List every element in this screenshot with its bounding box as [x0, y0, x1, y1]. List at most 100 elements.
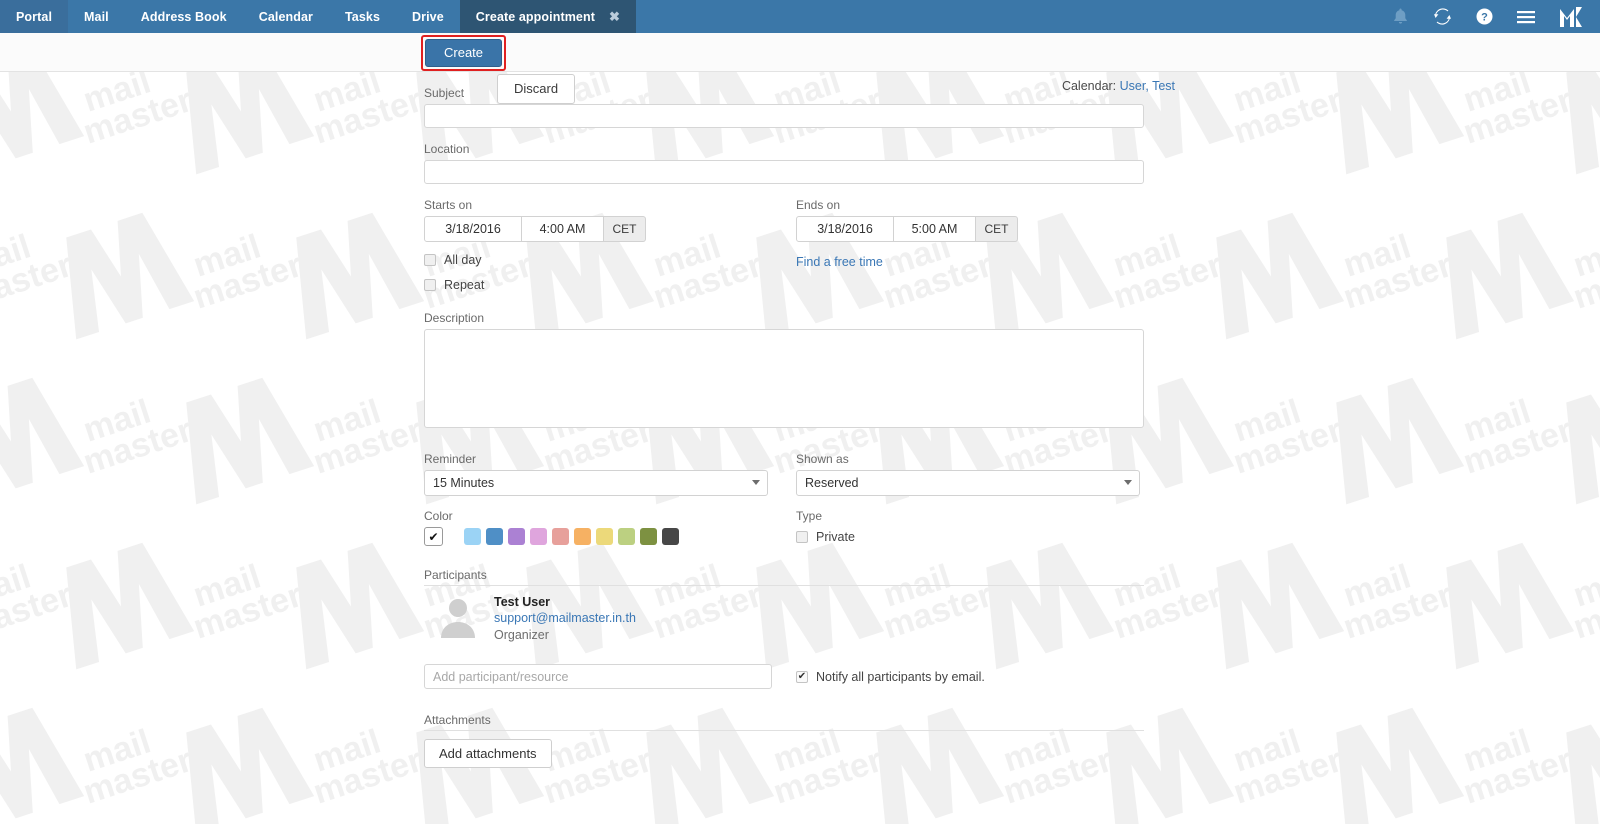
- participant-email[interactable]: support@mailmaster.in.th: [494, 610, 636, 627]
- attachments-divider: [424, 730, 1144, 731]
- all-day-row: All day: [424, 253, 796, 267]
- menu-icon[interactable]: [1516, 7, 1536, 27]
- color-swatch-blue[interactable]: [486, 528, 503, 545]
- color-swatch-dark-gray[interactable]: [662, 528, 679, 545]
- tab-tasks[interactable]: Tasks: [329, 0, 396, 33]
- description-textarea[interactable]: [424, 329, 1144, 428]
- color-swatch-purple[interactable]: [508, 528, 525, 545]
- svg-text:mail: mail: [1569, 227, 1600, 284]
- tab-drive[interactable]: Drive: [396, 0, 460, 33]
- tab-address-book[interactable]: Address Book: [125, 0, 243, 33]
- start-time-input[interactable]: [522, 216, 604, 242]
- subject-input[interactable]: [424, 104, 1144, 128]
- tab-label: Portal: [16, 9, 53, 24]
- all-day-checkbox[interactable]: [424, 254, 436, 266]
- svg-text:mail: mail: [0, 557, 35, 614]
- svg-text:master: master: [1229, 81, 1347, 152]
- end-timezone-button[interactable]: CET: [976, 216, 1018, 242]
- end-time-input[interactable]: [894, 216, 976, 242]
- svg-text:master: master: [1229, 411, 1347, 482]
- app-root: mailmastermailmastermailmastermailmaster…: [0, 0, 1600, 824]
- svg-text:master: master: [1339, 576, 1457, 647]
- location-input[interactable]: [424, 160, 1144, 184]
- tab-mail[interactable]: Mail: [68, 0, 125, 33]
- create-button-highlight: Create: [421, 35, 507, 71]
- color-group: Color ✔: [424, 509, 796, 546]
- discard-button[interactable]: Discard: [497, 74, 576, 104]
- svg-text:master: master: [79, 411, 197, 482]
- end-date-input[interactable]: [796, 216, 894, 242]
- tab-portal[interactable]: Portal: [0, 0, 69, 33]
- start-date-input[interactable]: [424, 216, 522, 242]
- app-tabs: Portal Mail Address Book Calendar Tasks Drive…: [0, 0, 636, 33]
- starts-on-controls: CET: [424, 216, 796, 242]
- all-day-label: All day: [444, 253, 482, 267]
- svg-text:mail: mail: [1569, 557, 1600, 614]
- attachments-heading: Attachments: [424, 713, 491, 727]
- watermark-mark: mailmaster: [0, 535, 90, 685]
- svg-text:master: master: [189, 576, 307, 647]
- svg-text:mail: mail: [79, 392, 155, 449]
- svg-text:mail: mail: [1229, 392, 1305, 449]
- svg-text:mail: mail: [0, 227, 35, 284]
- shown-as-group: Shown as ReservedTemporaryAbsentFree: [796, 452, 1144, 496]
- start-timezone-button[interactable]: CET: [604, 216, 646, 242]
- watermark-mark: mailmaster: [170, 370, 440, 520]
- watermark-mark: mailmaster: [0, 370, 210, 520]
- repeat-label: Repeat: [444, 278, 485, 292]
- color-label: Color: [424, 509, 453, 523]
- svg-text:master: master: [0, 576, 77, 647]
- reminder-shownas-row: Reminder No reminder15 Minutes30 Minutes…: [424, 452, 1144, 496]
- participants-section: Participants Test User support@mailmaste…: [424, 568, 1144, 689]
- notifications-bell-icon[interactable]: [1390, 7, 1410, 27]
- color-swatch-rose[interactable]: [552, 528, 569, 545]
- svg-text:mail: mail: [1459, 392, 1535, 449]
- color-swatch-orange[interactable]: [574, 528, 591, 545]
- tab-calendar[interactable]: Calendar: [243, 0, 329, 33]
- watermark-mark: mailmaster: [1550, 700, 1600, 824]
- color-type-row: Color ✔ Type Private: [424, 509, 1144, 546]
- reminder-select[interactable]: No reminder15 Minutes30 Minutes45 Minute…: [424, 470, 768, 496]
- help-icon[interactable]: ?: [1474, 7, 1494, 27]
- type-label: Type: [796, 509, 823, 523]
- watermark-mark: mailmaster: [1430, 205, 1600, 355]
- svg-text:master: master: [309, 81, 427, 152]
- svg-text:mail: mail: [189, 557, 265, 614]
- tab-create-appointment[interactable]: Create appointment ✖: [459, 0, 636, 33]
- private-row: Private: [796, 530, 1144, 544]
- color-swatch-light-green[interactable]: [618, 528, 635, 545]
- watermark-mark: mailmaster: [1320, 370, 1590, 520]
- notify-row: Notify all participants by email.: [796, 670, 1144, 684]
- mailmaster-logo[interactable]: [1558, 5, 1584, 29]
- create-button[interactable]: Create: [425, 39, 503, 67]
- svg-text:master: master: [79, 741, 197, 812]
- repeat-checkbox[interactable]: [424, 279, 436, 291]
- watermark-mark: mailmaster: [50, 205, 320, 355]
- color-swatch-olive[interactable]: [640, 528, 657, 545]
- ends-on-group: Ends on CET Find a free time: [796, 198, 1144, 292]
- watermark-mark: mailmaster: [1430, 535, 1600, 685]
- refresh-icon[interactable]: [1432, 7, 1452, 27]
- color-selected-checkbox[interactable]: ✔: [424, 527, 443, 546]
- add-participant-input[interactable]: [424, 664, 772, 689]
- watermark-mark: mailmaster: [0, 205, 90, 355]
- shown-as-select[interactable]: ReservedTemporaryAbsentFree: [796, 470, 1140, 496]
- starts-on-group: Starts on CET All day Repeat: [424, 198, 796, 292]
- watermark-mark: mailmaster: [170, 700, 440, 824]
- notify-participants-checkbox[interactable]: [796, 670, 808, 683]
- color-swatch-light-blue[interactable]: [464, 528, 481, 545]
- color-swatch-violet[interactable]: [530, 528, 547, 545]
- calendar-owner-link[interactable]: User, Test: [1120, 79, 1175, 93]
- participant-list-item: Test User support@mailmaster.in.th Organ…: [424, 594, 1144, 644]
- tab-close-icon[interactable]: ✖: [609, 9, 620, 25]
- private-checkbox[interactable]: [796, 531, 808, 543]
- svg-text:master: master: [1459, 411, 1577, 482]
- add-attachments-button[interactable]: Add attachments: [424, 739, 552, 768]
- svg-text:master: master: [1569, 246, 1600, 317]
- svg-text:master: master: [309, 741, 427, 812]
- reminder-group: Reminder No reminder15 Minutes30 Minutes…: [424, 452, 796, 496]
- reminder-select-wrap: No reminder15 Minutes30 Minutes45 Minute…: [424, 470, 768, 496]
- ends-on-controls: CET: [796, 216, 1144, 242]
- color-swatch-yellow[interactable]: [596, 528, 613, 545]
- find-free-time-link[interactable]: Find a free time: [796, 255, 883, 269]
